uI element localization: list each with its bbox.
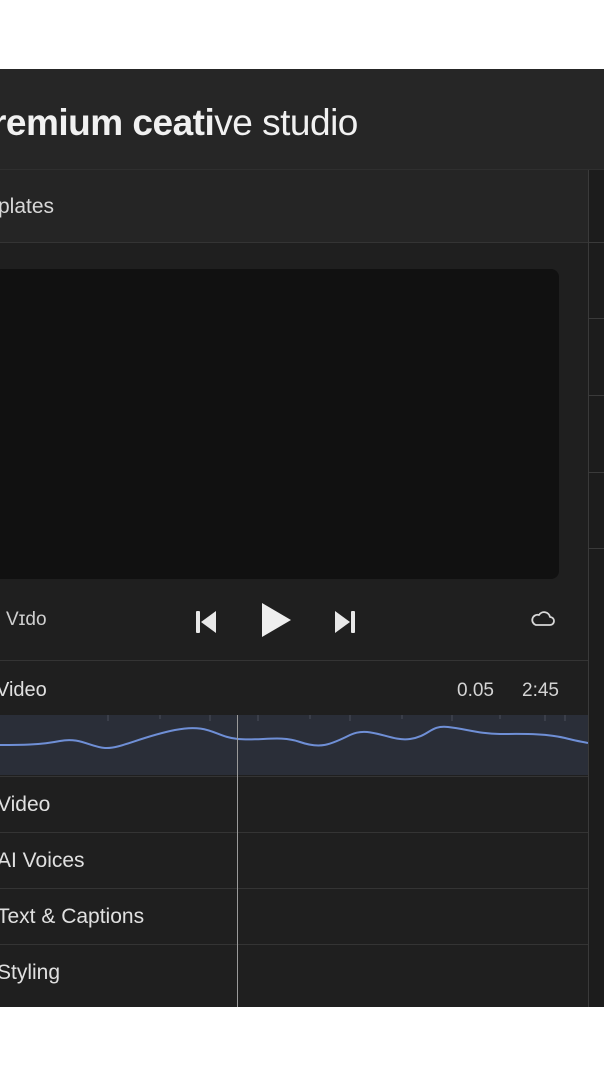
panel-divider [589, 472, 604, 473]
cloud-icon [531, 611, 555, 626]
play-button[interactable] [259, 601, 293, 644]
audio-waveform[interactable] [0, 715, 589, 775]
track-row[interactable]: Styling [0, 944, 588, 1000]
track-row[interactable]: Video [0, 776, 588, 832]
timeline-current-time: 0.05 [457, 680, 494, 701]
track-label-text-captions: Text & Captions [0, 905, 145, 928]
app-header: remium ceative studio [0, 69, 604, 170]
track-label-ai-voices: AI Voices [0, 849, 85, 872]
timeline-title: Video [0, 679, 47, 701]
track-label-video: Video [0, 793, 51, 816]
skip-back-icon [196, 611, 216, 633]
preview-area: Vɪdo [0, 243, 588, 663]
app-title-bold: remium ceati [0, 102, 215, 143]
editor-column: plates Vɪdo Video 0.05 2:45 Video AI Voi… [0, 170, 589, 1007]
skip-back-button[interactable] [194, 609, 218, 640]
skip-forward-icon [335, 611, 355, 633]
panel-divider [589, 548, 604, 549]
track-list: Video AI Voices Text & Captions Styling [0, 776, 588, 1000]
track-lane[interactable] [238, 945, 588, 1000]
templates-tab[interactable]: plates [0, 170, 588, 243]
skip-forward-button[interactable] [333, 609, 357, 640]
track-lane[interactable] [238, 889, 588, 944]
track-row[interactable]: AI Voices [0, 832, 588, 888]
panel-divider [589, 318, 604, 319]
right-panel [589, 170, 604, 1007]
app-title-light: studio [252, 102, 358, 143]
panel-divider [589, 242, 604, 243]
timeline-total-time: 2:45 [522, 680, 559, 701]
app-title: remium ceative studio [0, 102, 358, 144]
track-label-styling: Styling [0, 961, 61, 984]
waveform-graphic [0, 715, 589, 750]
video-preview[interactable] [0, 269, 559, 579]
track-lane[interactable] [238, 833, 588, 888]
panel-divider [589, 395, 604, 396]
play-icon [262, 603, 291, 637]
timeline-header: Video 0.05 2:45 [0, 660, 588, 716]
app-window: remium ceative studio plates Vɪdo Video … [0, 69, 604, 1007]
templates-label: plates [0, 195, 55, 218]
cloud-button[interactable] [530, 608, 556, 635]
app-title-light-mid: ve [214, 102, 253, 143]
player-label: Vɪdo [6, 609, 47, 630]
timeline-playhead[interactable] [237, 715, 238, 1007]
track-row[interactable]: Text & Captions [0, 888, 588, 944]
track-lane[interactable] [238, 777, 588, 832]
